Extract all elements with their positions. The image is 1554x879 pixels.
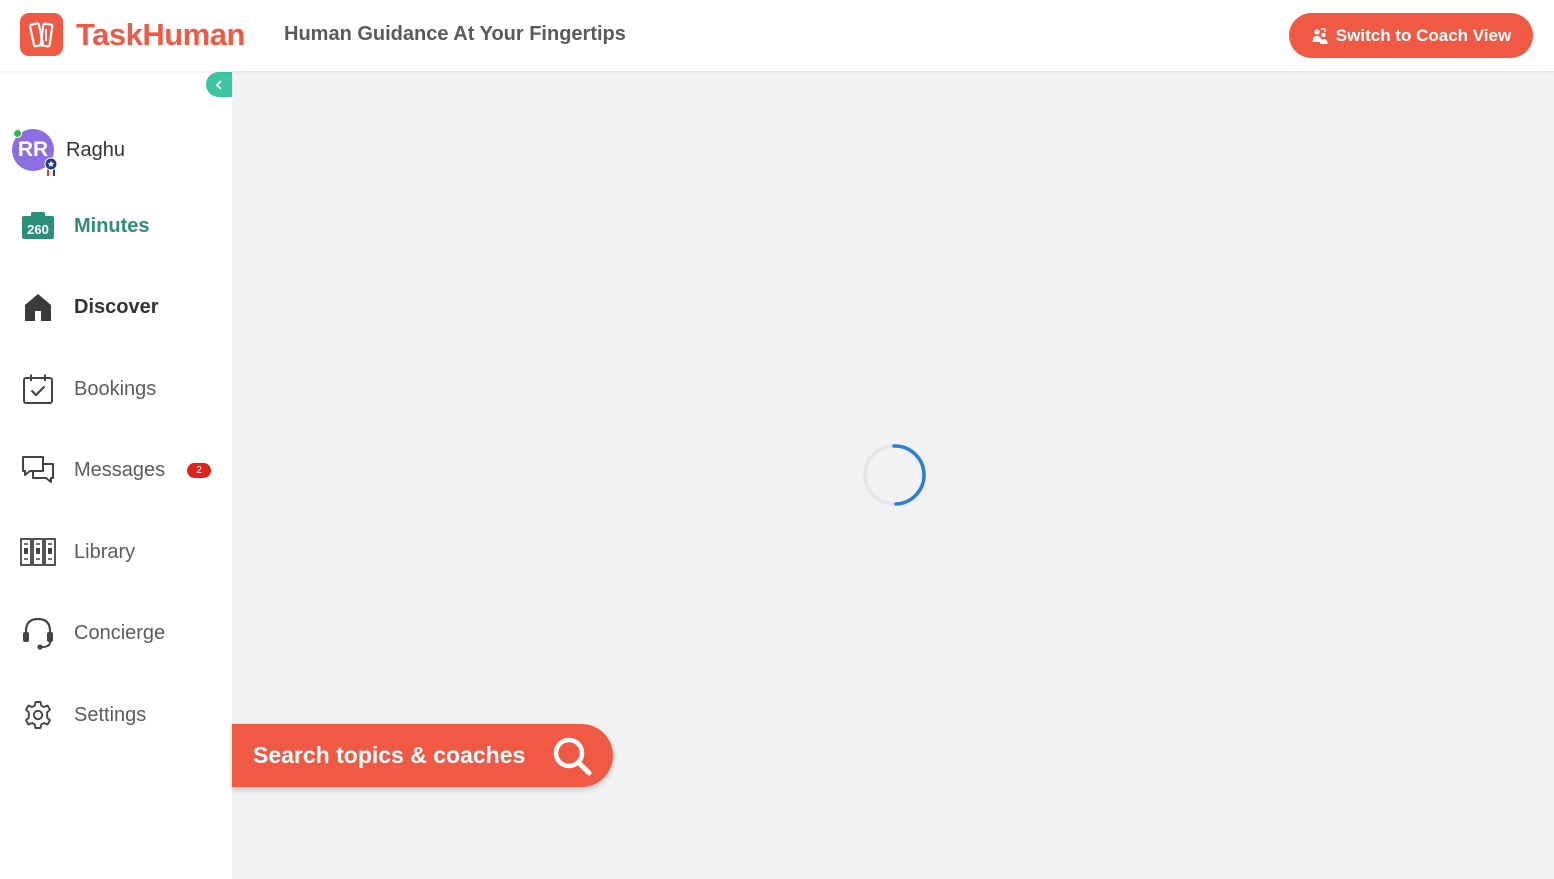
headset-icon — [20, 615, 56, 651]
loading-spinner — [863, 444, 926, 506]
avatar: RR — [12, 129, 58, 176]
sidebar-item-concierge[interactable]: Concierge — [20, 615, 165, 651]
home-icon — [20, 289, 56, 325]
sidebar-item-label: Settings — [74, 703, 147, 726]
search-icon — [551, 735, 593, 782]
logo-icon — [20, 13, 63, 56]
chevron-left-icon — [215, 80, 222, 89]
sidebar-item-discover[interactable]: Discover — [20, 289, 159, 325]
logo[interactable]: TaskHuman — [20, 13, 245, 56]
collapse-sidebar-button[interactable] — [206, 72, 232, 97]
tagline: Human Guidance At Your Fingertips — [284, 23, 626, 45]
sidebar: RR Raghu 260 Minutes Discover Bookings M… — [0, 71, 232, 879]
sidebar-item-label: Discover — [74, 295, 159, 318]
library-icon — [20, 534, 56, 570]
minutes-wallet-icon: 260 — [20, 208, 56, 244]
sidebar-item-settings[interactable]: Settings — [20, 697, 146, 733]
minutes-count: 260 — [27, 222, 49, 237]
switch-button-label: Switch to Coach View — [1335, 25, 1512, 45]
app-name: TaskHuman — [76, 16, 245, 52]
search-topics-button[interactable]: Search topics & coaches — [232, 724, 613, 787]
sidebar-item-label: Concierge — [74, 621, 166, 644]
online-status-dot — [13, 129, 22, 138]
top-header: TaskHuman Human Guidance At Your Fingert… — [0, 0, 1554, 71]
sidebar-item-label: Messages — [74, 458, 166, 481]
user-name: Raghu — [66, 138, 125, 161]
gear-icon — [20, 697, 56, 733]
sidebar-item-minutes[interactable]: 260 Minutes — [20, 208, 150, 244]
calendar-check-icon — [20, 371, 56, 407]
search-button-label: Search topics & coaches — [253, 742, 526, 768]
user-profile[interactable]: RR Raghu — [12, 129, 125, 176]
sidebar-item-label: Library — [74, 540, 136, 563]
unread-badge: 2 — [187, 462, 212, 478]
switch-to-coach-view-button[interactable]: Switch to Coach View — [1289, 13, 1533, 58]
sidebar-item-bookings[interactable]: Bookings — [20, 371, 156, 407]
chat-icon — [20, 452, 56, 488]
sidebar-item-label: Bookings — [74, 377, 157, 400]
sidebar-item-messages[interactable]: Messages 2 — [20, 452, 212, 488]
switch-user-icon — [1311, 27, 1329, 45]
medal-icon — [44, 157, 58, 176]
sidebar-item-library[interactable]: Library — [20, 534, 135, 570]
sidebar-item-label: Minutes — [74, 214, 150, 237]
